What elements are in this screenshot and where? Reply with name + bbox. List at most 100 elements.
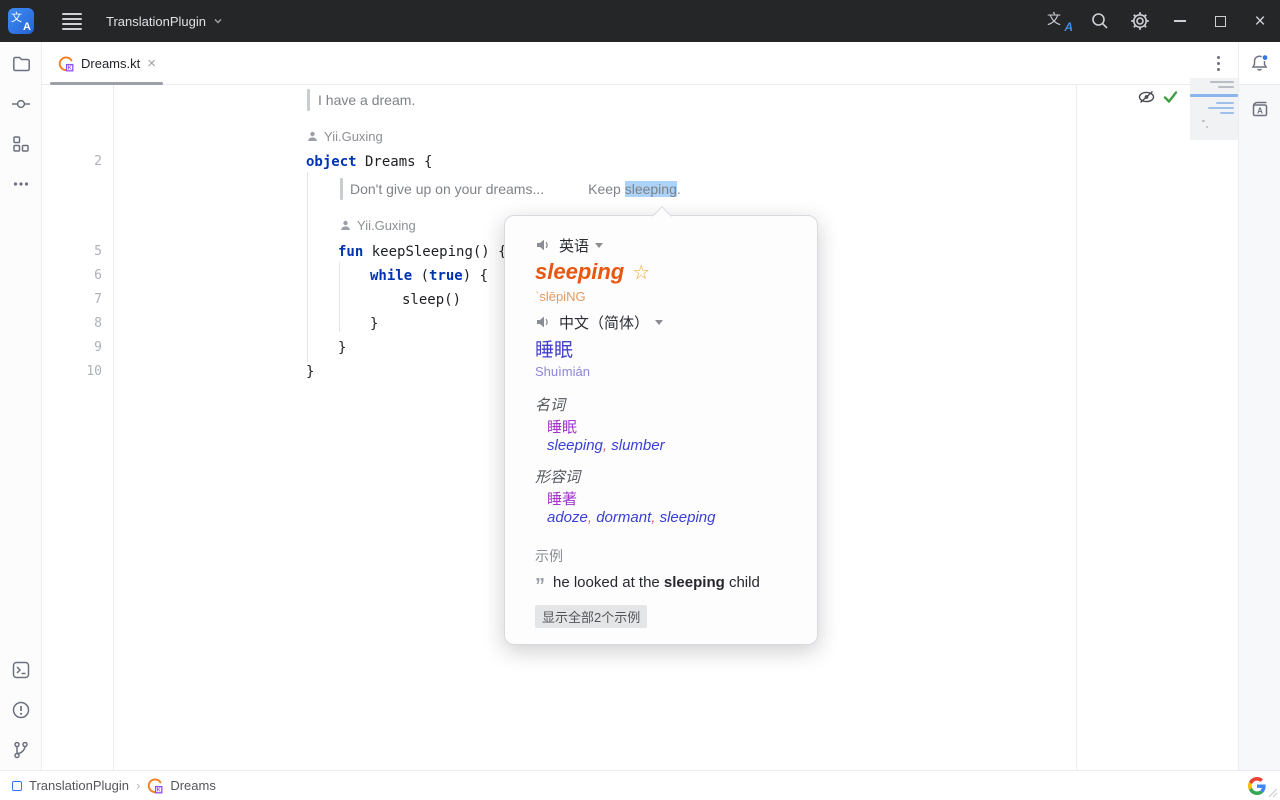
user-icon xyxy=(307,131,318,142)
line-number: 10 xyxy=(42,360,102,384)
code-line-2: object Dreams { xyxy=(306,150,432,174)
doc2-keep: Keep xyxy=(588,181,625,197)
line-number: 5 xyxy=(42,240,102,264)
author-name: Yii.Guxing xyxy=(357,218,416,233)
tab-close-icon[interactable]: × xyxy=(147,56,156,71)
code-line-10: } xyxy=(306,360,314,384)
author-annotation[interactable]: Yii.Guxing xyxy=(307,128,383,144)
chevron-down-icon xyxy=(655,320,663,325)
example-bold-word: sleeping xyxy=(664,574,725,591)
line-number: 2 xyxy=(42,150,102,174)
line-number: 8 xyxy=(42,312,102,336)
highlighting-disabled-eye-icon[interactable] xyxy=(1137,89,1156,105)
kotlin-file-icon: K xyxy=(147,778,163,794)
translation-dictionary-tool-icon[interactable]: A xyxy=(1248,97,1272,121)
code-line-6: while (true) { xyxy=(370,264,488,288)
selected-word[interactable]: sleeping xyxy=(625,181,677,197)
git-branch-tool-icon[interactable] xyxy=(9,738,33,762)
notifications-bell-icon[interactable] xyxy=(1238,42,1280,85)
svg-text:A: A xyxy=(1257,106,1263,115)
doc2-end: . xyxy=(677,181,681,197)
commit-tool-icon[interactable] xyxy=(9,92,33,116)
tab-dreams-kt[interactable]: K Dreams.kt × xyxy=(50,42,166,85)
breadcrumb-separator: › xyxy=(136,778,140,793)
line-number: 9 xyxy=(42,336,102,360)
right-tool-stripe: A xyxy=(1238,85,1280,770)
target-language-selector[interactable]: 中文（简体） xyxy=(559,312,663,333)
structure-tool-icon[interactable] xyxy=(9,132,33,156)
favorite-star-icon[interactable]: ☆ xyxy=(632,260,650,285)
editor-options-kebab-icon[interactable] xyxy=(1198,56,1238,71)
window-maximize-button[interactable] xyxy=(1200,0,1240,42)
right-margin-guide xyxy=(1076,85,1077,770)
code-line-8: } xyxy=(370,312,378,336)
indent-guide xyxy=(339,262,340,332)
example-pre: he looked at the xyxy=(553,574,664,591)
title-bar: 文A TranslationPlugin 文A × xyxy=(0,0,1280,42)
search-icon[interactable] xyxy=(1080,0,1120,42)
speaker-icon[interactable] xyxy=(535,237,551,253)
line-number: 6 xyxy=(42,264,102,288)
breadcrumb-project[interactable]: TranslationPlugin xyxy=(29,778,129,793)
svg-text:K: K xyxy=(68,65,72,71)
project-name: TranslationPlugin xyxy=(106,14,206,29)
dictionary-meanings[interactable]: adoze, dormant, sleeping xyxy=(547,509,715,526)
settings-gear-icon[interactable] xyxy=(1120,0,1160,42)
translation-text: 睡眠 xyxy=(535,335,573,362)
example-section-label: 示例 xyxy=(535,546,563,566)
doc-comment-bar xyxy=(340,178,343,200)
source-language-selector[interactable]: 英语 xyxy=(559,235,603,256)
code-line-7: sleep() xyxy=(402,288,461,312)
show-all-examples-button[interactable]: 显示全部2个示例 xyxy=(535,605,647,628)
doc-comment-bar xyxy=(307,89,310,111)
dictionary-word[interactable]: 睡著 xyxy=(547,488,577,509)
kotlin-file-icon: K xyxy=(58,56,74,72)
translate-action-icon[interactable]: 文A xyxy=(1040,0,1080,42)
user-icon xyxy=(340,220,351,231)
quote-icon: ” xyxy=(535,576,545,596)
editor-minimap[interactable] xyxy=(1190,78,1238,140)
project-selector[interactable]: TranslationPlugin xyxy=(106,14,224,29)
status-bar: TranslationPlugin › K Dreams xyxy=(0,770,1280,800)
project-tool-icon[interactable] xyxy=(9,52,33,76)
translation-popup: 英语 sleeping ☆ ˈslēpiNG 中文（简体） 睡眠 Shuìmiá… xyxy=(504,215,818,645)
main-menu-icon[interactable] xyxy=(56,7,88,36)
inspections-ok-check-icon[interactable] xyxy=(1162,89,1179,105)
author-annotation[interactable]: Yii.Guxing xyxy=(340,217,416,233)
doc-comment-text2: Don't give up on your dreams... Keep slee… xyxy=(350,177,681,201)
popup-word: sleeping xyxy=(535,259,624,285)
module-icon xyxy=(12,781,22,791)
author-name: Yii.Guxing xyxy=(324,129,383,144)
tab-label: Dreams.kt xyxy=(81,56,140,71)
window-minimize-button[interactable] xyxy=(1160,0,1200,42)
terminal-tool-icon[interactable] xyxy=(9,658,33,682)
google-translate-engine-icon[interactable] xyxy=(1248,777,1266,795)
phonetic-text: ˈslēpiNG xyxy=(535,289,586,304)
resize-grip[interactable] xyxy=(1268,788,1278,798)
chevron-down-icon xyxy=(212,15,224,27)
svg-text:K: K xyxy=(157,787,161,793)
gutter-separator xyxy=(113,85,114,770)
doc-comment-text: I have a dream. xyxy=(318,88,415,112)
pinyin-text: Shuìmián xyxy=(535,364,590,379)
chevron-down-icon xyxy=(595,243,603,248)
problems-tool-icon[interactable] xyxy=(9,698,33,722)
part-of-speech-label: 形容词 xyxy=(535,466,580,487)
doc2-part1: Don't give up on your dreams... xyxy=(350,181,544,197)
app-logo-icon: 文A xyxy=(8,8,34,34)
example-sentence: ” he looked at the sleeping child xyxy=(535,574,760,596)
editor-tab-bar: K Dreams.kt × xyxy=(42,42,1280,85)
dictionary-word[interactable]: 睡眠 xyxy=(547,416,577,437)
indent-guide xyxy=(307,172,308,362)
window-close-button[interactable]: × xyxy=(1240,0,1280,42)
breadcrumb-file[interactable]: Dreams xyxy=(170,778,216,793)
source-language-label: 英语 xyxy=(559,235,589,256)
line-number: 7 xyxy=(42,288,102,312)
code-line-9: } xyxy=(338,336,346,360)
left-tool-stripe xyxy=(0,42,42,770)
dictionary-meanings[interactable]: sleeping, slumber xyxy=(547,437,665,454)
target-language-label: 中文（简体） xyxy=(559,312,649,333)
more-tools-icon[interactable] xyxy=(9,172,33,196)
speaker-icon[interactable] xyxy=(535,314,551,330)
example-post: child xyxy=(725,574,760,591)
